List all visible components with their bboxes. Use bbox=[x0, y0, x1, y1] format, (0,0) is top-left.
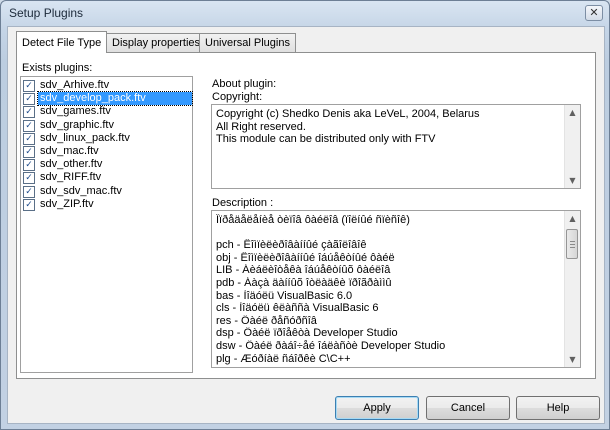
plugin-checkbox[interactable]: ✓ bbox=[23, 106, 35, 119]
plugin-checkbox[interactable]: ✓ bbox=[23, 185, 35, 198]
copyright-textbox[interactable]: Copyright (c) Shedko Denis aka LeVeL, 20… bbox=[211, 104, 581, 189]
description-label: Description : bbox=[212, 197, 274, 209]
text-line: All Right reserved. bbox=[216, 120, 306, 133]
text-line: plg - Æóðíàë ñáîðêè C\C++ bbox=[216, 352, 351, 365]
scroll-up-icon[interactable]: ▲ bbox=[565, 211, 580, 226]
text-line: Îïðåäåëåíèå òèïîâ ôàéëîâ (ïîëíûé ñïèñîê) bbox=[216, 214, 410, 226]
tab-detect-file-type[interactable]: Detect File Type bbox=[16, 31, 108, 53]
plugin-name: sdv_Arhive.ftv bbox=[40, 79, 110, 91]
text-line: Copyright (c) Shedko Denis aka LeVeL, 20… bbox=[216, 108, 480, 120]
plugin-list-item[interactable]: ✓ sdv_graphic.ftv bbox=[23, 118, 190, 133]
text-line: pch - Êîìïèëèðîâàííûé çàãîëîâîê bbox=[216, 239, 367, 252]
plugin-list-item[interactable]: ✓ sdv_linux_pack.ftv bbox=[23, 131, 190, 146]
window-title: Setup Plugins bbox=[9, 6, 84, 20]
copyright-label: Copyright: bbox=[212, 91, 263, 103]
grip-line bbox=[570, 247, 575, 248]
plugin-list[interactable]: ✓ sdv_Arhive.ftv ✓ sdv_develop_pack.ftv ✓ sdv… bbox=[20, 76, 193, 373]
text-line: res - Ôàéë ðåñóðñîâ bbox=[216, 314, 317, 327]
copyright-text: Copyright (c) Shedko Denis aka LeVeL, 20… bbox=[216, 108, 562, 146]
plugin-checkbox[interactable]: ✓ bbox=[23, 159, 35, 172]
plugin-list-item[interactable]: ✓ sdv_RIFF.ftv bbox=[23, 171, 190, 185]
plugin-checkbox[interactable]: ✓ bbox=[23, 80, 35, 92]
plugin-checkbox[interactable]: ✓ bbox=[23, 198, 35, 211]
text-line: dsp - Ôàéë ïðîåêòà Developer Studio bbox=[216, 327, 398, 340]
grip-line bbox=[570, 244, 575, 245]
plugin-list-item[interactable]: ✓ sdv_Arhive.ftv bbox=[23, 79, 190, 93]
text-line: dsw - Ôàéë ðàáî÷åé îáëàñòè Developer Stu… bbox=[216, 339, 446, 352]
plugin-name: sdv_sdv_mac.ftv bbox=[40, 184, 122, 197]
plugin-name: sdv_games.ftv bbox=[40, 105, 111, 118]
setup-plugins-window: Setup Plugins ✕ Detect File Type Display… bbox=[0, 0, 610, 430]
plugin-list-item[interactable]: ✓ sdv_sdv_mac.ftv bbox=[23, 184, 190, 199]
plugin-name: sdv_other.ftv bbox=[40, 158, 103, 171]
plugin-name: sdv_mac.ftv bbox=[40, 145, 99, 157]
text-line bbox=[216, 227, 562, 240]
plugin-name: sdv_linux_pack.ftv bbox=[40, 131, 130, 144]
plugin-list-item[interactable]: ✓ sdv_other.ftv bbox=[23, 158, 190, 172]
apply-button[interactable]: Apply bbox=[335, 396, 419, 420]
plugin-checkbox[interactable]: ✓ bbox=[23, 93, 35, 106]
tab-universal-plugins[interactable]: Universal Plugins bbox=[199, 33, 296, 52]
title-bar[interactable]: Setup Plugins ✕ bbox=[1, 1, 609, 25]
copyright-scrollbar[interactable]: ▲ ▼ bbox=[564, 105, 580, 188]
scroll-up-icon[interactable]: ▲ bbox=[565, 105, 580, 120]
plugin-checkbox[interactable]: ✓ bbox=[23, 119, 35, 132]
grip-line bbox=[570, 241, 575, 242]
scroll-down-icon[interactable]: ▼ bbox=[565, 352, 580, 367]
close-button[interactable]: ✕ bbox=[585, 5, 603, 21]
description-text: Îïðåäåëåíèå òèïîâ ôàéëîâ (ïîëíûé ñïèñîê)… bbox=[216, 214, 562, 365]
about-plugin-label: About plugin: bbox=[212, 78, 277, 90]
tab-display-properties[interactable]: Display properties bbox=[106, 33, 207, 52]
description-textbox[interactable]: Îïðåäåëåíèå òèïîâ ôàéëîâ (ïîëíûé ñïèñîê)… bbox=[211, 210, 581, 368]
plugin-name: sdv_RIFF.ftv bbox=[40, 171, 102, 184]
text-line: bas - Ìîäóëü VisualBasic 6.0 bbox=[216, 289, 353, 302]
description-scrollbar[interactable]: ▲ ▼ bbox=[564, 211, 580, 367]
text-line: pdb - Áàçà äàííûõ îòëàäêè ïðîãðàììû bbox=[216, 276, 392, 289]
plugin-name: sdv_ZIP.ftv bbox=[40, 197, 94, 210]
plugin-name: sdv_graphic.ftv bbox=[40, 118, 114, 131]
scroll-thumb[interactable] bbox=[566, 229, 578, 259]
text-line: LIB - Áèáëèîòåêà îáúåêòíûõ ôàéëîâ bbox=[216, 264, 391, 277]
plugin-list-item[interactable]: ✓ sdv_develop_pack.ftv bbox=[23, 91, 193, 107]
dialog-client-area: Detect File Type Display properties Univ… bbox=[7, 26, 605, 424]
plugin-name: sdv_develop_pack.ftv bbox=[37, 91, 193, 107]
scroll-down-icon[interactable]: ▼ bbox=[565, 173, 580, 188]
plugin-list-item[interactable]: ✓ sdv_games.ftv bbox=[23, 105, 190, 119]
plugin-checkbox[interactable]: ✓ bbox=[23, 146, 35, 158]
help-button[interactable]: Help bbox=[516, 396, 600, 420]
text-line: obj - Êîìïèëèðîâàííûé îáúåêòíûé ôàéë bbox=[216, 251, 395, 264]
plugin-list-item[interactable]: ✓ sdv_mac.ftv bbox=[23, 145, 190, 159]
plugin-checkbox[interactable]: ✓ bbox=[23, 132, 35, 145]
plugin-checkbox[interactable]: ✓ bbox=[23, 172, 35, 185]
plugin-list-item[interactable]: ✓ sdv_ZIP.ftv bbox=[23, 197, 190, 212]
cancel-button[interactable]: Cancel bbox=[426, 396, 510, 420]
text-line: cls - Ìîäóëü êëàññà VisualBasic 6 bbox=[216, 302, 379, 315]
exists-plugins-label: Exists plugins: bbox=[22, 62, 93, 74]
text-line: This module can be distributed only with… bbox=[216, 133, 436, 146]
